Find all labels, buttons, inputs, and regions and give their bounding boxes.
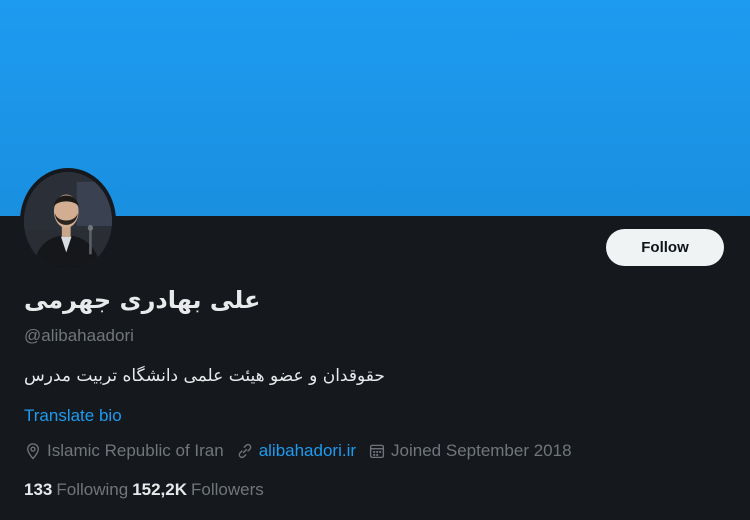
profile-banner[interactable] [0, 0, 750, 216]
profile-meta: Islamic Republic of Iran alibahadori.ir … [24, 441, 584, 461]
profile-stats: 133 Following 152,2K Followers [24, 480, 268, 500]
website-item[interactable]: alibahadori.ir [236, 441, 356, 461]
follow-button[interactable]: Follow [606, 229, 724, 266]
location-text: Islamic Republic of Iran [47, 441, 224, 460]
following-label: Following [56, 480, 129, 499]
following-stat[interactable]: 133 Following [24, 480, 128, 500]
link-icon [238, 443, 251, 459]
joined-text: Joined September 2018 [391, 441, 572, 460]
profile-page: Follow علی بهادری جهرمی @alibahaadori حق… [0, 0, 750, 520]
joined-item: Joined September 2018 [368, 441, 572, 461]
following-count: 133 [24, 480, 53, 499]
followers-count: 152,2K [132, 480, 188, 499]
translate-bio-link[interactable]: Translate bio [24, 406, 122, 426]
followers-stat[interactable]: 152,2K Followers [132, 480, 264, 500]
website-link[interactable]: alibahadori.ir [259, 441, 356, 461]
profile-handle: @alibahaadori [24, 326, 134, 345]
followers-label: Followers [191, 480, 264, 499]
avatar[interactable] [20, 168, 116, 274]
avatar-photo [24, 172, 112, 270]
location-item: Islamic Republic of Iran [24, 441, 224, 461]
location-pin-icon [27, 443, 39, 460]
calendar-icon [369, 444, 385, 459]
profile-display-name: علی بهادری جهرمی [24, 286, 261, 314]
profile-bio: حقوقدان و عضو هیئت علمی دانشگاه تربیت مد… [24, 366, 385, 386]
